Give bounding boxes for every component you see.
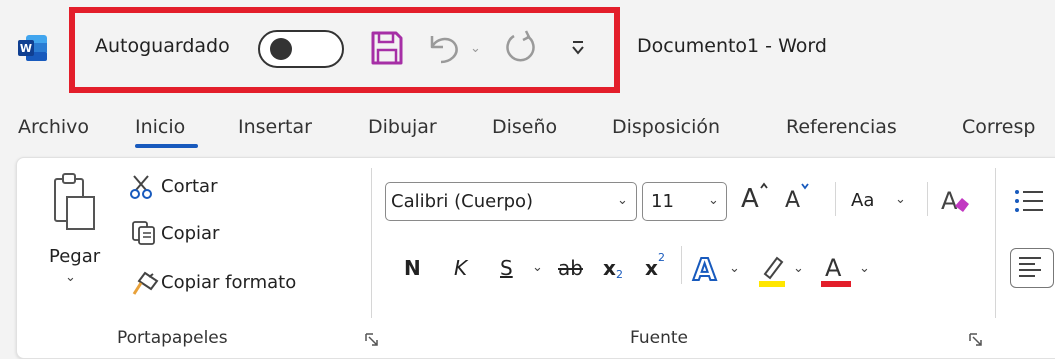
svg-text:A: A: [785, 188, 800, 213]
font-color-icon[interactable]: A: [821, 250, 853, 288]
tab-inicio[interactable]: Inicio: [135, 116, 185, 138]
clear-format-icon[interactable]: A: [939, 182, 973, 216]
cut-icon[interactable]: [129, 174, 153, 200]
selected-tab-indicator: [135, 144, 198, 148]
undo-dropdown-chevron-icon[interactable]: ⌄: [470, 41, 481, 56]
group-separator: [995, 168, 996, 318]
shrink-font-icon[interactable]: A: [783, 180, 815, 214]
tab-disposicion[interactable]: Disposición: [612, 116, 720, 138]
clipboard-dialog-launcher-icon[interactable]: [365, 332, 379, 346]
change-case-button[interactable]: Aa: [851, 190, 874, 211]
svg-text:A: A: [693, 253, 717, 286]
paste-label[interactable]: Pegar: [49, 246, 100, 267]
subscript-x: x: [603, 256, 616, 280]
highlight-dropdown-chevron-icon[interactable]: ⌄: [793, 261, 804, 276]
document-title: Documento1 - Word: [637, 35, 827, 57]
chevron-down-icon: ⌄: [617, 193, 628, 208]
svg-text:A: A: [825, 254, 842, 282]
ribbon-panel: Pegar ⌄ Cortar Copiar Copiar formato Por…: [16, 157, 1055, 359]
paste-icon[interactable]: [53, 171, 97, 231]
italic-button[interactable]: K: [454, 256, 467, 280]
chevron-down-icon: ⌄: [708, 193, 719, 208]
font-group-label: Fuente: [630, 328, 688, 348]
customize-qat-icon[interactable]: [568, 36, 588, 60]
font-color-dropdown-chevron-icon[interactable]: ⌄: [859, 261, 870, 276]
save-icon[interactable]: [370, 30, 404, 66]
undo-icon[interactable]: [426, 30, 466, 66]
svg-text:A: A: [941, 187, 958, 215]
grow-font-icon[interactable]: A: [739, 180, 771, 214]
strikethrough-button[interactable]: ab: [558, 256, 583, 280]
bullets-icon[interactable]: [1013, 186, 1043, 216]
tab-insertar[interactable]: Insertar: [238, 116, 312, 138]
redo-icon[interactable]: [502, 28, 542, 68]
copy-icon[interactable]: [131, 220, 157, 246]
superscript-x: x: [645, 256, 658, 280]
word-app-icon[interactable]: W: [18, 34, 48, 62]
tab-diseno[interactable]: Diseño: [492, 116, 557, 138]
tab-correspondencia[interactable]: Corresp: [962, 116, 1035, 138]
text-effects-dropdown-chevron-icon[interactable]: ⌄: [729, 261, 740, 276]
format-painter-icon[interactable]: [131, 269, 161, 297]
clipboard-group-label: Portapapeles: [117, 328, 228, 348]
separator: [835, 182, 836, 216]
highlight-icon[interactable]: [757, 252, 787, 288]
underline-button[interactable]: S: [500, 256, 513, 280]
tab-referencias[interactable]: Referencias: [786, 116, 897, 138]
separator: [681, 246, 682, 284]
chevron-down-icon[interactable]: ⌄: [895, 192, 906, 207]
text-effects-icon[interactable]: A: [691, 250, 723, 289]
align-left-button[interactable]: [1010, 248, 1054, 288]
group-separator: [371, 168, 372, 318]
autosave-label: Autoguardado: [95, 35, 230, 57]
copy-button[interactable]: Copiar: [161, 223, 219, 244]
font-size-value: 11: [651, 191, 674, 212]
superscript-2: 2: [658, 251, 665, 264]
cut-button[interactable]: Cortar: [161, 176, 217, 197]
subscript-button[interactable]: x 2: [603, 254, 633, 284]
font-name-dropdown[interactable]: Calibri (Cuerpo) ⌄: [385, 182, 637, 221]
font-name-value: Calibri (Cuerpo): [391, 191, 534, 212]
bold-button[interactable]: N: [404, 256, 421, 280]
subscript-2: 2: [616, 268, 623, 281]
autosave-toggle[interactable]: [258, 30, 344, 68]
font-size-dropdown[interactable]: 11 ⌄: [642, 182, 727, 221]
format-painter-button[interactable]: Copiar formato: [161, 272, 296, 293]
toggle-knob: [270, 38, 292, 60]
superscript-button[interactable]: x 2: [645, 251, 675, 284]
title-bar: W Autoguardado ⌄ Documento1 - Word: [0, 0, 1055, 100]
svg-text:A: A: [741, 184, 759, 214]
font-dialog-launcher-icon[interactable]: [969, 332, 983, 346]
svg-text:W: W: [20, 42, 32, 55]
paste-dropdown-chevron-icon[interactable]: ⌄: [65, 270, 76, 285]
separator: [927, 182, 928, 216]
tab-dibujar[interactable]: Dibujar: [368, 116, 437, 138]
tab-archivo[interactable]: Archivo: [18, 116, 89, 138]
underline-dropdown-chevron-icon[interactable]: ⌄: [532, 260, 543, 275]
